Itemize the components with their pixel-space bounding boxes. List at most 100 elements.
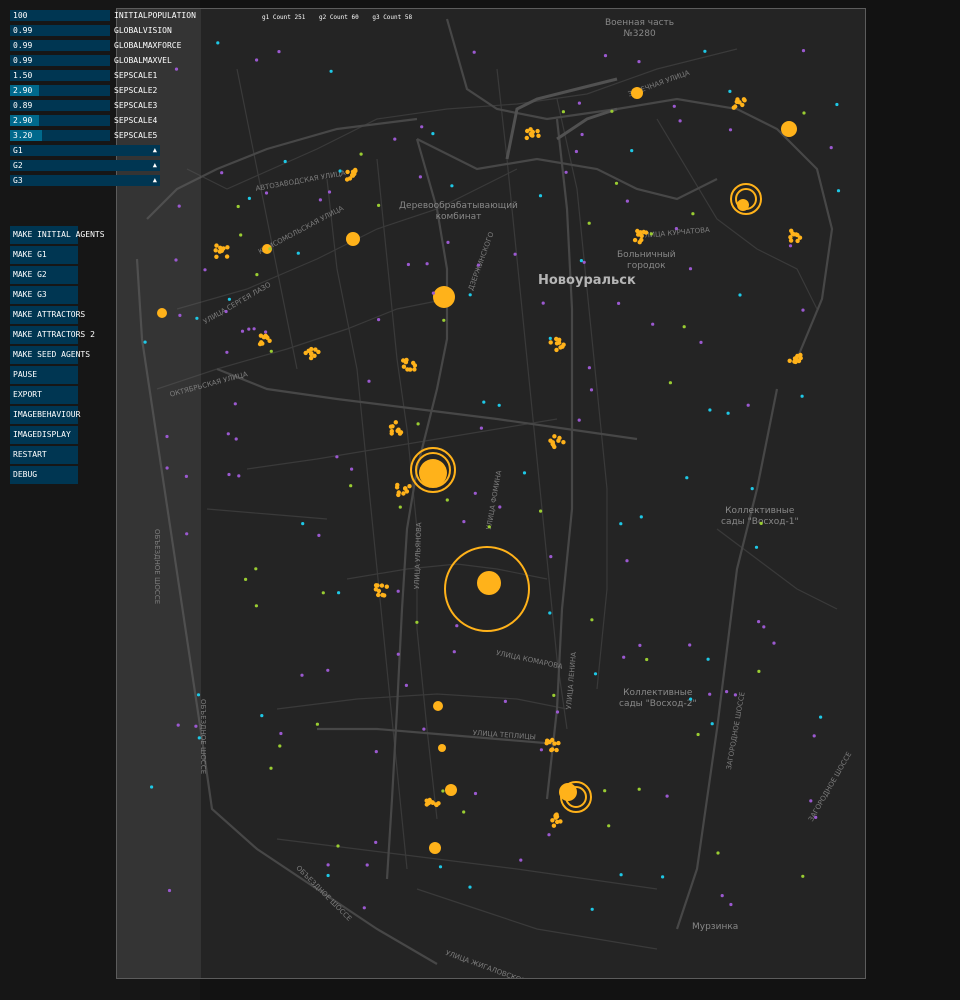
slider-sep-scale-3[interactable]: 0.89 SEPSCALE3 (10, 100, 260, 111)
agent-g-orange (530, 133, 535, 138)
agent-g2 (513, 252, 517, 256)
agent-g2 (327, 190, 332, 194)
agent-g3 (416, 422, 420, 426)
chevron-up-icon[interactable]: ▲ (153, 145, 157, 156)
agent-g2 (688, 643, 692, 647)
agent-g2 (165, 466, 169, 470)
agent-g2 (519, 858, 523, 862)
agent-g1 (639, 515, 643, 519)
agent-g1 (710, 722, 714, 726)
export-button[interactable]: EXPORT (10, 386, 78, 404)
make-g1-button[interactable]: MAKE G1 (10, 246, 78, 264)
slider-sep-scale-1[interactable]: 1.50 SEPSCALE1 (10, 70, 260, 81)
slider-initial-population[interactable]: 100 INITIALPOPULATION (10, 10, 260, 21)
agent-g1 (497, 403, 501, 407)
chevron-up-icon[interactable]: ▲ (153, 160, 157, 171)
agent-g3 (359, 152, 363, 156)
agent-g-orange (407, 484, 412, 489)
agent-g-orange (548, 340, 553, 345)
slider-global-max-vel[interactable]: 0.99 GLOBALMAXVEL (10, 55, 260, 66)
restart-button[interactable]: RESTART (10, 446, 78, 464)
agent-g2 (174, 258, 178, 262)
agent-g2 (178, 313, 182, 317)
agent-g2 (699, 340, 703, 344)
slider-sep-scale-5[interactable]: 3.20 SEPSCALE5 (10, 130, 260, 141)
slider-global-vision[interactable]: 0.99 GLOBALVISION (10, 25, 260, 36)
agent-g2 (587, 366, 591, 370)
agent-g-orange (557, 337, 562, 342)
agent-g1 (738, 293, 742, 297)
agent-g2 (194, 724, 198, 728)
image-display-button[interactable]: IMAGEDISPLAY (10, 426, 78, 444)
agent-g1 (301, 522, 305, 526)
agent-g3 (398, 505, 402, 509)
slider-label: GLOBALMAXVEL (114, 56, 172, 65)
agent-g1 (450, 184, 454, 188)
slider-sep-scale-2[interactable]: 2.90 SEPSCALE2 (10, 85, 260, 96)
agent-g1 (630, 149, 634, 153)
agent-g2 (227, 472, 231, 477)
agent-g1 (548, 611, 552, 615)
agent-g-orange (561, 440, 566, 445)
make-g2-button[interactable]: MAKE G2 (10, 266, 78, 284)
agent-g-orange (741, 97, 747, 102)
agent-g2 (733, 693, 738, 697)
agent-g1 (593, 672, 598, 676)
dropdown-g2[interactable]: G2 ▲ (10, 160, 160, 171)
agent-g2 (665, 794, 669, 798)
agent-g1 (800, 394, 804, 398)
agent-g-orange (404, 489, 410, 494)
agent-g2 (728, 128, 733, 132)
agent-g3 (336, 844, 340, 848)
dropdown-g3[interactable]: G3 ▲ (10, 175, 160, 186)
image-behaviour-button[interactable]: IMAGEBEHAVIOUR (10, 406, 80, 424)
agent-g2 (431, 291, 435, 295)
agent-g1 (836, 189, 841, 193)
agent-g-orange (225, 245, 230, 250)
agent-g3 (637, 787, 641, 791)
agent-g2 (252, 327, 256, 331)
slider-value: 1.50 (13, 71, 33, 80)
agent-g2 (720, 894, 724, 898)
map-canvas[interactable]: Военная часть №3280 Деревообрабатывающий к… (116, 8, 866, 979)
agent-g-orange (560, 344, 565, 349)
agent-g2 (318, 198, 322, 202)
slider-global-max-force[interactable]: 0.99 GLOBALMAXFORCE (10, 40, 260, 51)
agent-g2 (479, 426, 483, 430)
agent-g2 (801, 49, 806, 53)
agent-g-orange (260, 341, 265, 346)
agent-g2 (582, 260, 586, 264)
dropdown-g1[interactable]: G1 ▲ (10, 145, 160, 156)
agent-g3 (254, 567, 258, 571)
slider-sep-scale-4[interactable]: 2.90 SEPSCALE4 (10, 115, 260, 126)
agent-g-orange (224, 254, 230, 259)
make-attractors-2-button[interactable]: MAKE ATTRACTORS 2 (10, 326, 95, 344)
agent-g2 (498, 505, 502, 509)
make-seed-agents-button[interactable]: MAKE SEED AGENTS (10, 346, 90, 364)
agent-g1 (689, 697, 693, 701)
agent-g-orange (373, 583, 379, 588)
agent-g-orange (424, 802, 429, 807)
agent-g2 (549, 555, 553, 559)
slider-group: 100 INITIALPOPULATION 0.99 GLOBALVISION … (10, 10, 260, 145)
make-initial-agents-button[interactable]: MAKE INITIAL AGENTS (10, 226, 105, 244)
agent-g2 (757, 620, 761, 624)
agent-g2 (617, 301, 621, 305)
make-g3-button[interactable]: MAKE G3 (10, 286, 78, 304)
agent-g3 (255, 273, 259, 277)
agent-g-orange (552, 444, 557, 450)
chevron-up-icon[interactable]: ▲ (153, 175, 157, 186)
make-attractors-button[interactable]: MAKE ATTRACTORS (10, 306, 85, 324)
agent-g2 (393, 137, 397, 141)
attractor-blob (438, 744, 446, 752)
agent-g2 (564, 170, 568, 174)
agent-g2 (362, 906, 366, 910)
dropdown-label: G3 (13, 176, 23, 185)
agent-g3 (268, 247, 272, 251)
debug-button[interactable]: DEBUG (10, 466, 78, 484)
pause-button[interactable]: PAUSE (10, 366, 78, 384)
agent-g3 (315, 722, 319, 726)
agent-g2 (809, 799, 813, 803)
agent-g2 (234, 437, 238, 441)
slider-label: GLOBALMAXFORCE (114, 41, 182, 50)
